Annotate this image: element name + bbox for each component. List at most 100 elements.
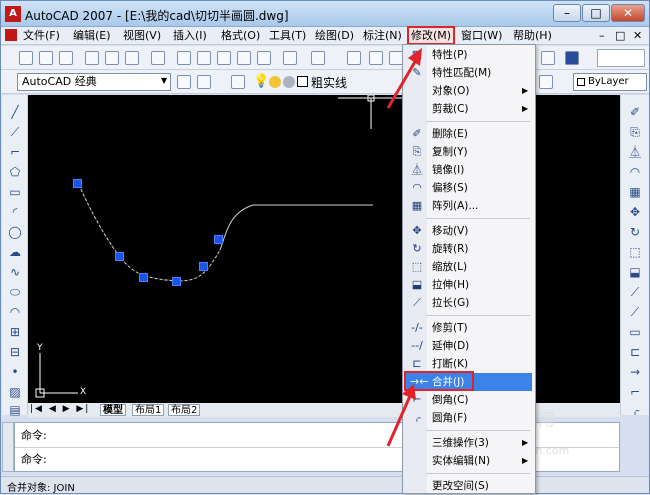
chevron-down-icon[interactable]: ▼ (161, 76, 167, 85)
menu-insert[interactable]: 插入(I) (173, 28, 207, 44)
tab-model[interactable]: 模型 (100, 404, 126, 416)
offset-icon[interactable]: ◠ (628, 165, 642, 179)
menu-item-extend[interactable]: --/ 延伸(D) (404, 337, 532, 355)
polyline-icon[interactable]: ⌐ (8, 145, 22, 159)
chamfer-icon[interactable]: ⌐ (628, 385, 642, 399)
stretch-icon[interactable]: ⬓ (628, 265, 642, 279)
grip-point[interactable] (73, 179, 82, 188)
layer-name[interactable]: 粗实线 (311, 74, 347, 91)
brush-icon[interactable] (237, 51, 251, 65)
menu-help[interactable]: 帮助(H) (513, 28, 552, 44)
document-icon[interactable] (5, 29, 17, 41)
close-button[interactable]: ✕ (611, 4, 645, 22)
erase-icon[interactable]: ✐ (628, 105, 642, 119)
revision-cloud-icon[interactable]: ☁ (8, 245, 22, 259)
menu-item-scale[interactable]: ⬚ 缩放(L) (404, 258, 532, 276)
copy-object-icon[interactable]: ⎘ (628, 125, 642, 139)
new-icon[interactable] (19, 51, 33, 65)
workspace-select[interactable]: AutoCAD 经典 (17, 73, 171, 91)
redo-icon[interactable] (311, 51, 325, 65)
insert-block-icon[interactable]: ⊞ (8, 325, 22, 339)
layer-prev-icon[interactable] (539, 75, 553, 89)
publish-icon[interactable] (125, 51, 139, 65)
fillet-icon[interactable]: ⌌ (628, 403, 642, 417)
grip-point[interactable] (139, 273, 148, 282)
match-properties-icon[interactable] (257, 51, 271, 65)
polygon-icon[interactable]: ⬠ (8, 165, 22, 179)
grip-point[interactable] (199, 262, 208, 271)
grip-point[interactable] (214, 235, 223, 244)
menu-file[interactable]: 文件(F) (23, 28, 60, 44)
doc-minimize-icon[interactable]: – (599, 29, 605, 42)
menu-item-menu-25[interactable]: 实体编辑(N) ▶ (404, 452, 532, 470)
construction-line-icon[interactable]: ⟋ (8, 125, 22, 139)
scale-icon[interactable]: ⬚ (628, 245, 642, 259)
rectangle-icon[interactable]: ▭ (8, 185, 22, 199)
array-icon[interactable]: ▦ (628, 185, 642, 199)
menu-modify[interactable]: 修改(M) (407, 26, 456, 45)
polyline-curve[interactable] (77, 182, 373, 282)
menu-item-rotate[interactable]: ↻ 旋转(R) (404, 240, 532, 258)
ellipse-arc-icon[interactable]: ◠ (8, 305, 22, 319)
extend-icon[interactable]: ⟋ (628, 305, 642, 319)
menu-view[interactable]: 视图(V) (123, 28, 161, 44)
copy-icon[interactable] (197, 51, 211, 65)
join-tool-icon[interactable]: → (628, 365, 642, 379)
globe-icon[interactable] (151, 51, 165, 65)
undo-icon[interactable] (283, 51, 297, 65)
menu-item-copy[interactable]: ⎘ 复制(Y) (404, 143, 532, 161)
menu-item-trim[interactable]: -/- 修剪(T) (404, 319, 532, 337)
workspace-save-icon[interactable] (197, 75, 211, 89)
ellipse-icon[interactable]: ⬭ (8, 285, 22, 299)
menu-format[interactable]: 格式(O) (221, 28, 260, 44)
preview-icon[interactable] (105, 51, 119, 65)
autocad-app-icon[interactable]: A (5, 6, 21, 22)
grip-point[interactable] (172, 277, 181, 286)
mirror-icon[interactable]: ⏅ (628, 145, 642, 159)
sun-icon[interactable] (269, 76, 281, 88)
menu-item-move[interactable]: ✥ 移动(V) (404, 222, 532, 240)
break-point-icon[interactable]: ▭ (628, 325, 642, 339)
calculator-icon[interactable] (541, 51, 555, 65)
trim-icon[interactable]: ⟋ (628, 285, 642, 299)
move-icon[interactable]: ✥ (628, 205, 642, 219)
gradient-icon[interactable]: ▤ (8, 403, 22, 417)
save-icon[interactable] (59, 51, 73, 65)
menu-item-lengthen[interactable]: ⟋ 拉长(G) (404, 294, 532, 312)
spline-icon[interactable]: ∿ (8, 265, 22, 279)
menu-item-mirror[interactable]: ⏅ 镜像(I) (404, 161, 532, 179)
tab-layout2[interactable]: 布局2 (168, 404, 201, 416)
hatch-icon[interactable]: ▨ (8, 385, 22, 399)
cut-icon[interactable] (177, 51, 191, 65)
tab-nav-icons[interactable]: |◀ ◀ ▶ ▶| (30, 404, 90, 414)
menu-dimension[interactable]: 标注(N) (363, 28, 402, 44)
help-icon[interactable] (565, 51, 579, 65)
tab-layout1[interactable]: 布局1 (132, 404, 165, 416)
menu-item-array[interactable]: ▦ 阵列(A)... (404, 197, 532, 215)
make-block-icon[interactable]: ⊟ (8, 345, 22, 359)
maximize-button[interactable]: □ (582, 4, 610, 22)
arc-icon[interactable]: ◜ (8, 205, 22, 219)
doc-restore-icon[interactable]: □ (615, 29, 625, 42)
minimize-button[interactable]: – (553, 4, 581, 22)
menu-draw[interactable]: 绘图(D) (315, 28, 354, 44)
pan-icon[interactable] (347, 51, 361, 65)
menu-window[interactable]: 窗口(W) (461, 28, 502, 44)
command-input[interactable]: 命令: (21, 451, 47, 469)
line-icon[interactable]: ╱ (8, 105, 22, 119)
open-icon[interactable] (39, 51, 53, 65)
menu-item-stretch[interactable]: ⬓ 拉伸(H) (404, 276, 532, 294)
doc-close-icon[interactable]: ✕ (633, 29, 642, 42)
grip-point[interactable] (115, 252, 124, 261)
plot-icon[interactable] (85, 51, 99, 65)
menu-tools[interactable]: 工具(T) (269, 28, 306, 44)
circle-icon[interactable]: ◯ (8, 225, 22, 239)
menu-edit[interactable]: 编辑(E) (73, 28, 111, 44)
layer-manager-icon[interactable] (231, 75, 245, 89)
break-icon[interactable]: ⊏ (628, 345, 642, 359)
workspace-settings-icon[interactable] (177, 75, 191, 89)
bulb-icon[interactable]: 💡 (253, 74, 269, 89)
menu-item-offset[interactable]: ◠ 偏移(S) (404, 179, 532, 197)
command-grip[interactable] (2, 422, 14, 472)
point-icon[interactable]: • (8, 365, 22, 379)
